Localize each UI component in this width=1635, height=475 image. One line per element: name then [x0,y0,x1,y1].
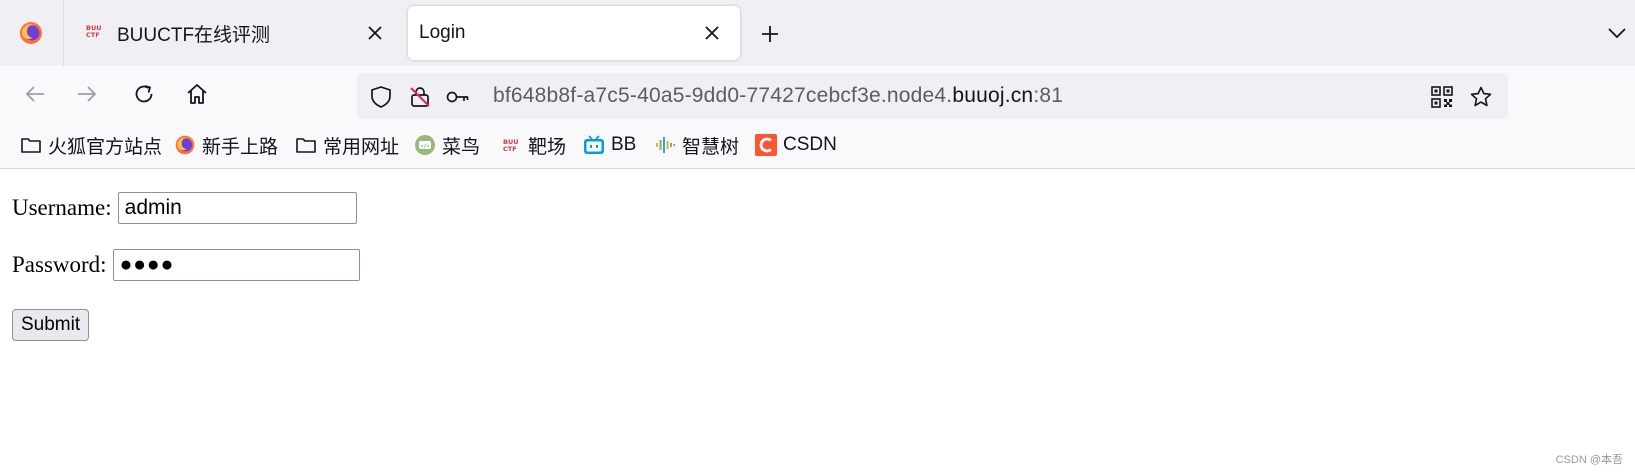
shield-icon[interactable] [368,84,394,110]
browser-chrome: BUU CTF BUUCTF在线评测 Login bf648b8f-a7c5-4… [0,0,1635,169]
folder-icon [19,133,43,157]
password-label: Password: [12,252,107,277]
url-port: :81 [1033,84,1064,107]
bookmark-folder[interactable]: 火狐官方站点 [19,130,162,160]
chevron-down-icon [1608,28,1626,39]
folder-icon [294,133,318,157]
bookmark-label: 靶场 [528,136,567,158]
bookmark-item[interactable]: 新手上路 [173,130,278,160]
home-button[interactable] [181,78,213,110]
bookmark-label: CSDN [783,134,837,155]
password-row: Password: ●●●● [12,249,360,281]
bookmark-label: 菜鸟 [442,136,481,158]
url-text[interactable]: bf648b8f-a7c5-40a5-9dd0-77427cebcf3e.nod… [493,84,1063,108]
firefox-icon [173,133,197,157]
svg-text:CTF: CTF [503,145,517,153]
close-tab-icon[interactable] [700,21,724,45]
tab-buuctf[interactable]: BUU CTF BUUCTF在线评测 [73,6,403,60]
watermark: CSDN @本吾 [1555,454,1623,466]
password-input[interactable]: ●●●● [112,249,360,281]
back-button[interactable] [19,78,51,110]
bookmark-item[interactable]: BB [582,130,636,160]
zhihuishu-icon [653,133,677,157]
firefox-view-button[interactable] [8,13,54,53]
key-icon[interactable] [445,84,471,110]
username-row: Username: admin [12,192,357,224]
svg-text:CTF: CTF [86,31,100,39]
reload-button[interactable] [128,78,160,110]
url-bar[interactable]: bf648b8f-a7c5-40a5-9dd0-77427cebcf3e.nod… [357,73,1508,119]
url-prefix: bf648b8f-a7c5-40a5-9dd0-77427cebcf3e.nod… [493,84,953,107]
bookmark-item[interactable]: CSDN [754,130,837,160]
bookmark-label: 常用网址 [323,136,400,158]
bookmark-folder[interactable]: 常用网址 [294,130,399,160]
star-bookmark-icon[interactable] [1468,84,1494,110]
tab-separator [63,0,64,66]
qr-code-icon[interactable] [1429,84,1455,110]
bookmarks-toolbar: 火狐官方站点 新手上路 常用网址 </> 菜鸟 BUU CTF 靶场 BB 智慧树 [0,122,1635,169]
navigation-bar: bf648b8f-a7c5-40a5-9dd0-77427cebcf3e.nod… [0,66,1635,122]
username-label: Username: [12,195,112,220]
bookmark-item[interactable]: </> 菜鸟 [413,130,480,160]
bookmark-item[interactable]: 智慧树 [653,130,739,160]
username-input[interactable]: admin [117,192,357,224]
runoob-icon: </> [413,133,437,157]
bookmark-label: 火狐官方站点 [48,136,163,158]
bookmark-item[interactable]: BUU CTF 靶场 [499,130,566,160]
bookmark-label: 智慧树 [682,136,740,158]
svg-text:</>: </> [420,144,429,150]
tab-title: Login [419,22,466,43]
tab-login[interactable]: Login [408,6,740,60]
firefox-icon [20,22,42,44]
page-content: Username: admin Password: ●●●● Submit CS… [0,169,1635,475]
bookmark-label: BB [611,134,637,155]
submit-button[interactable]: Submit [12,309,90,341]
close-tab-icon[interactable] [363,21,387,45]
list-all-tabs-button[interactable] [1604,20,1630,46]
home-icon [187,84,207,104]
reload-icon [135,85,153,103]
buuctf-icon: BUU CTF [499,133,523,157]
new-tab-button[interactable] [755,19,785,49]
bilibili-icon [582,133,606,157]
tab-strip: BUU CTF BUUCTF在线评测 Login [0,0,1635,66]
arrow-left-icon [25,86,44,102]
arrow-right-icon [78,86,97,102]
bookmark-label: 新手上路 [202,136,279,158]
url-host: buuoj.cn [952,84,1034,107]
plus-icon [762,26,778,42]
csdn-icon [754,133,778,157]
buuctf-icon: BUU CTF [85,23,103,43]
forward-button[interactable] [71,78,103,110]
insecure-lock-icon[interactable] [407,84,433,110]
tab-title: BUUCTF在线评测 [117,24,271,46]
